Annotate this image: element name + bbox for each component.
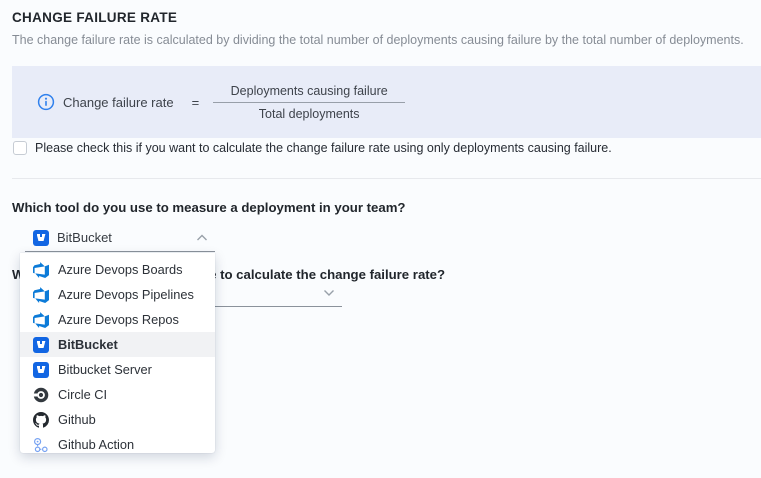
dropdown-item-bitbucket[interactable]: BitBucket — [20, 332, 215, 357]
page-description: The change failure rate is calculated by… — [12, 33, 752, 47]
dropdown-item-label: Azure Devops Pipelines — [58, 287, 194, 302]
dropdown-item-label: Azure Devops Repos — [58, 312, 179, 327]
deployment-tool-select[interactable]: BitBucket — [25, 224, 215, 252]
dropdown-item-azure-devops-repos[interactable]: Azure Devops Repos — [20, 307, 215, 332]
section-divider — [12, 178, 761, 179]
github-icon — [33, 412, 49, 428]
formula-fraction: Deployments causing failure Total deploy… — [213, 84, 405, 121]
failure-only-checkbox-label: Please check this if you want to calcula… — [35, 141, 612, 156]
dropdown-item-azure-devops-boards[interactable]: Azure Devops Boards — [20, 257, 215, 282]
chevron-up-icon — [196, 234, 208, 242]
dropdown-item-github-action[interactable]: Github Action — [20, 432, 215, 453]
bitbucket-icon — [33, 362, 49, 378]
change-failure-rate-settings-page: CHANGE FAILURE RATE The change failure r… — [0, 0, 761, 478]
formula-denominator: Total deployments — [213, 103, 405, 121]
page-title: CHANGE FAILURE RATE — [12, 10, 177, 25]
dropdown-item-bitbucket-server[interactable]: Bitbucket Server — [20, 357, 215, 382]
circleci-icon — [33, 387, 49, 403]
dropdown-item-label: Bitbucket Server — [58, 362, 152, 377]
dropdown-item-label: Circle CI — [58, 387, 107, 402]
deployment-tool-select-value: BitBucket — [57, 230, 112, 245]
chevron-down-icon — [323, 289, 335, 297]
azure-devops-icon — [33, 287, 49, 303]
formula-info-box: Change failure rate = Deployments causin… — [12, 66, 761, 138]
azure-devops-icon — [33, 262, 49, 278]
formula-numerator: Deployments causing failure — [213, 84, 405, 103]
failure-only-checkbox-row: Please check this if you want to calcula… — [13, 141, 612, 156]
formula-label: Change failure rate — [63, 95, 174, 110]
azure-devops-icon — [33, 312, 49, 328]
github-actions-icon — [33, 437, 49, 453]
dropdown-item-label: BitBucket — [58, 337, 118, 352]
dropdown-item-label: Github — [58, 412, 96, 427]
dropdown-item-label: Github Action — [58, 437, 134, 452]
bitbucket-icon — [33, 230, 49, 246]
equals-sign: = — [192, 95, 200, 110]
deployment-tool-dropdown: Azure Devops Boards Azure Devops Pipelin… — [20, 253, 215, 453]
dropdown-item-github[interactable]: Github — [20, 407, 215, 432]
dropdown-item-circle-ci[interactable]: Circle CI — [20, 382, 215, 407]
info-icon — [37, 93, 55, 111]
dropdown-item-label: Azure Devops Boards — [58, 262, 182, 277]
bitbucket-icon — [33, 337, 49, 353]
dropdown-item-azure-devops-pipelines[interactable]: Azure Devops Pipelines — [20, 282, 215, 307]
failure-only-checkbox[interactable] — [13, 141, 27, 155]
deployment-tool-question: Which tool do you use to measure a deplo… — [12, 200, 405, 215]
